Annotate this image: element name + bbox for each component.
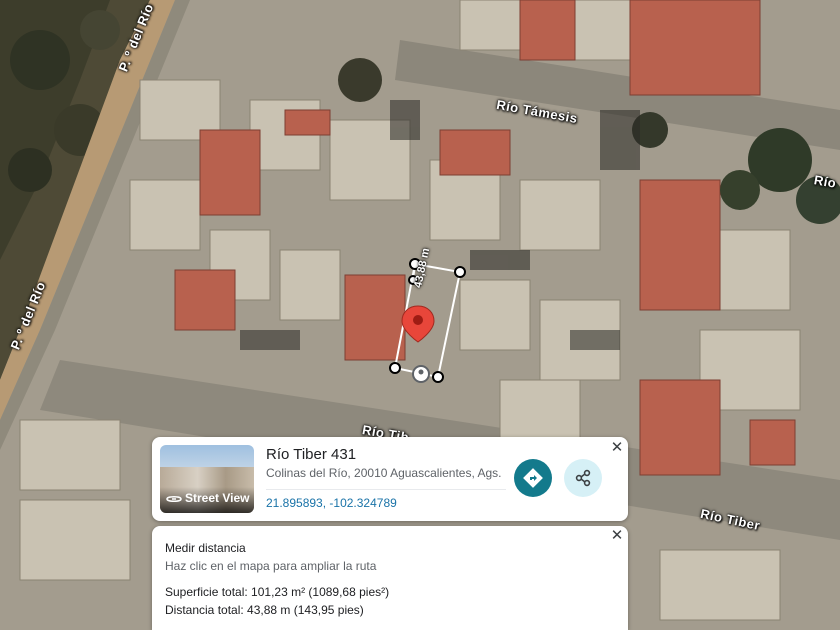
- directions-button[interactable]: [514, 459, 552, 497]
- close-icon[interactable]: ✕: [609, 528, 625, 544]
- measure-distance-panel: Medir distancia Haz clic en el mapa para…: [152, 526, 628, 630]
- measure-total-distance: Distancia total: 43,88 m (143,95 pies): [165, 603, 364, 617]
- measure-hint: Haz clic en el mapa para ampliar la ruta: [165, 559, 377, 573]
- place-address: Colinas del Río, 20010 Aguascalientes, A…: [266, 466, 502, 480]
- street-view-thumbnail[interactable]: Street View: [160, 445, 254, 513]
- measure-vertex: [389, 362, 401, 374]
- place-title: Río Tiber 431: [266, 446, 357, 463]
- place-coordinates[interactable]: 21.895893, -102.324789: [266, 496, 397, 510]
- measure-total-area: Superficie total: 101,23 m² (1089,68 pie…: [165, 585, 390, 599]
- directions-icon: [523, 468, 543, 488]
- close-icon[interactable]: ✕: [609, 440, 625, 456]
- divider: [266, 489, 506, 490]
- share-button[interactable]: [564, 459, 602, 497]
- place-card: Street View Río Tiber 431 Colinas del Rí…: [152, 437, 628, 521]
- street-view-label: Street View: [185, 491, 250, 505]
- measure-vertex: [432, 371, 444, 383]
- measure-title: Medir distancia: [165, 541, 246, 555]
- share-icon: [575, 469, 591, 487]
- street-view-icon: [166, 496, 182, 502]
- measure-vertex: [454, 266, 466, 278]
